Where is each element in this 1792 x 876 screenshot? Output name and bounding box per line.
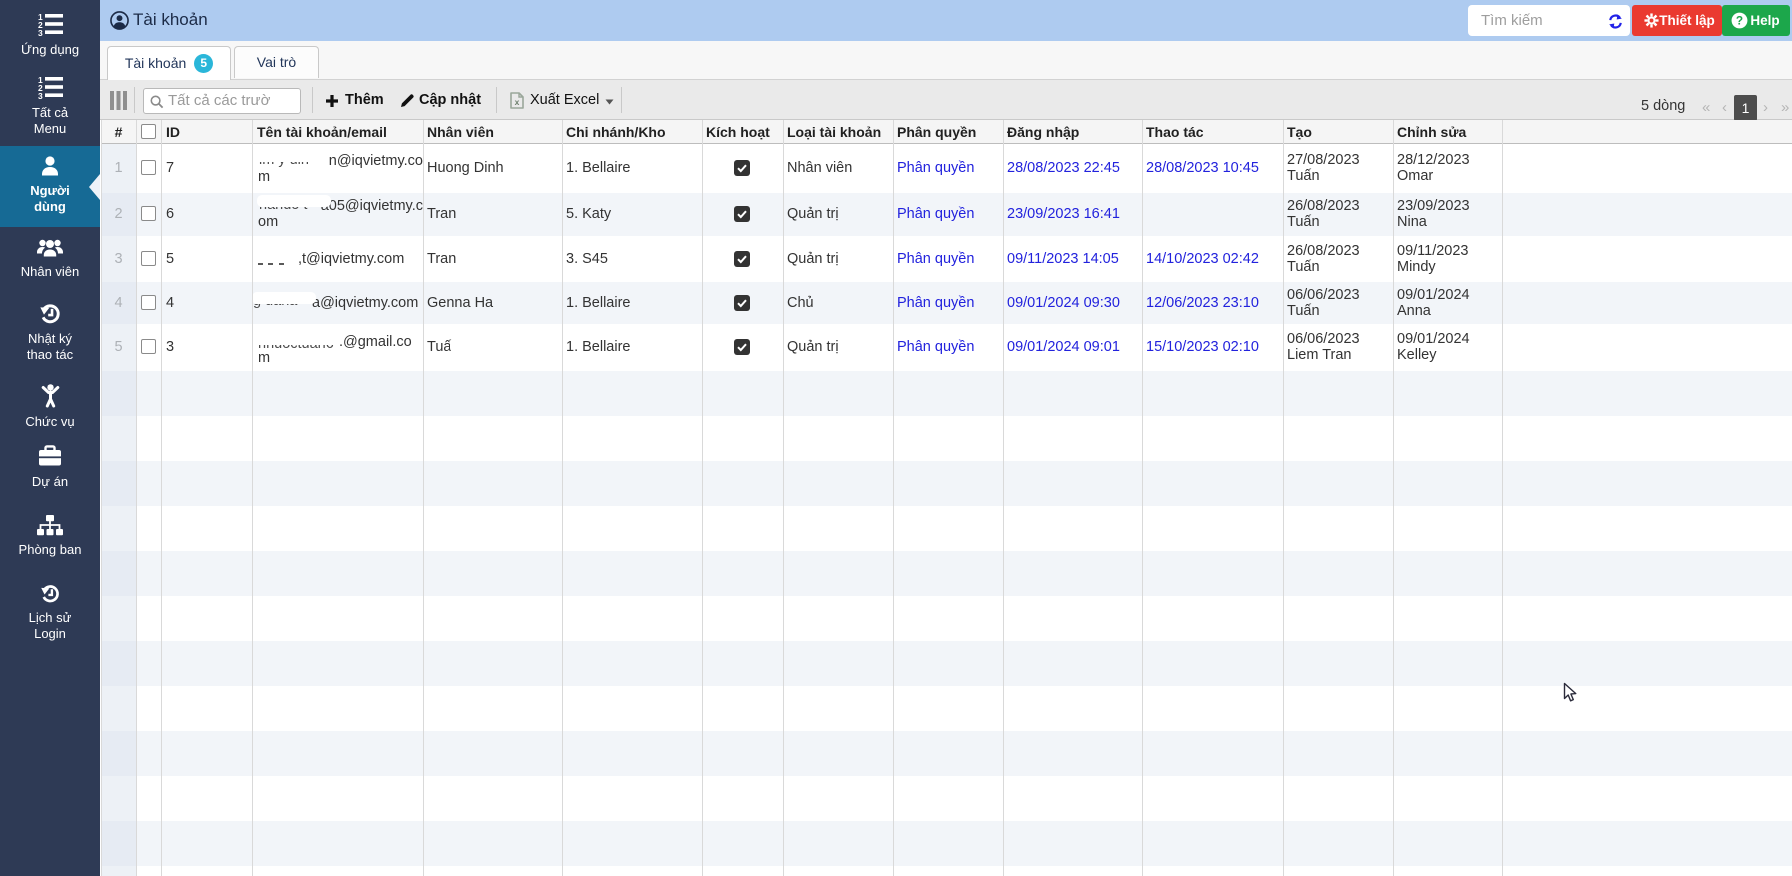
svg-text:3: 3 bbox=[38, 28, 43, 36]
svg-text:3: 3 bbox=[38, 91, 43, 99]
svg-text:?: ? bbox=[1736, 14, 1743, 28]
svg-text:x: x bbox=[515, 97, 520, 107]
